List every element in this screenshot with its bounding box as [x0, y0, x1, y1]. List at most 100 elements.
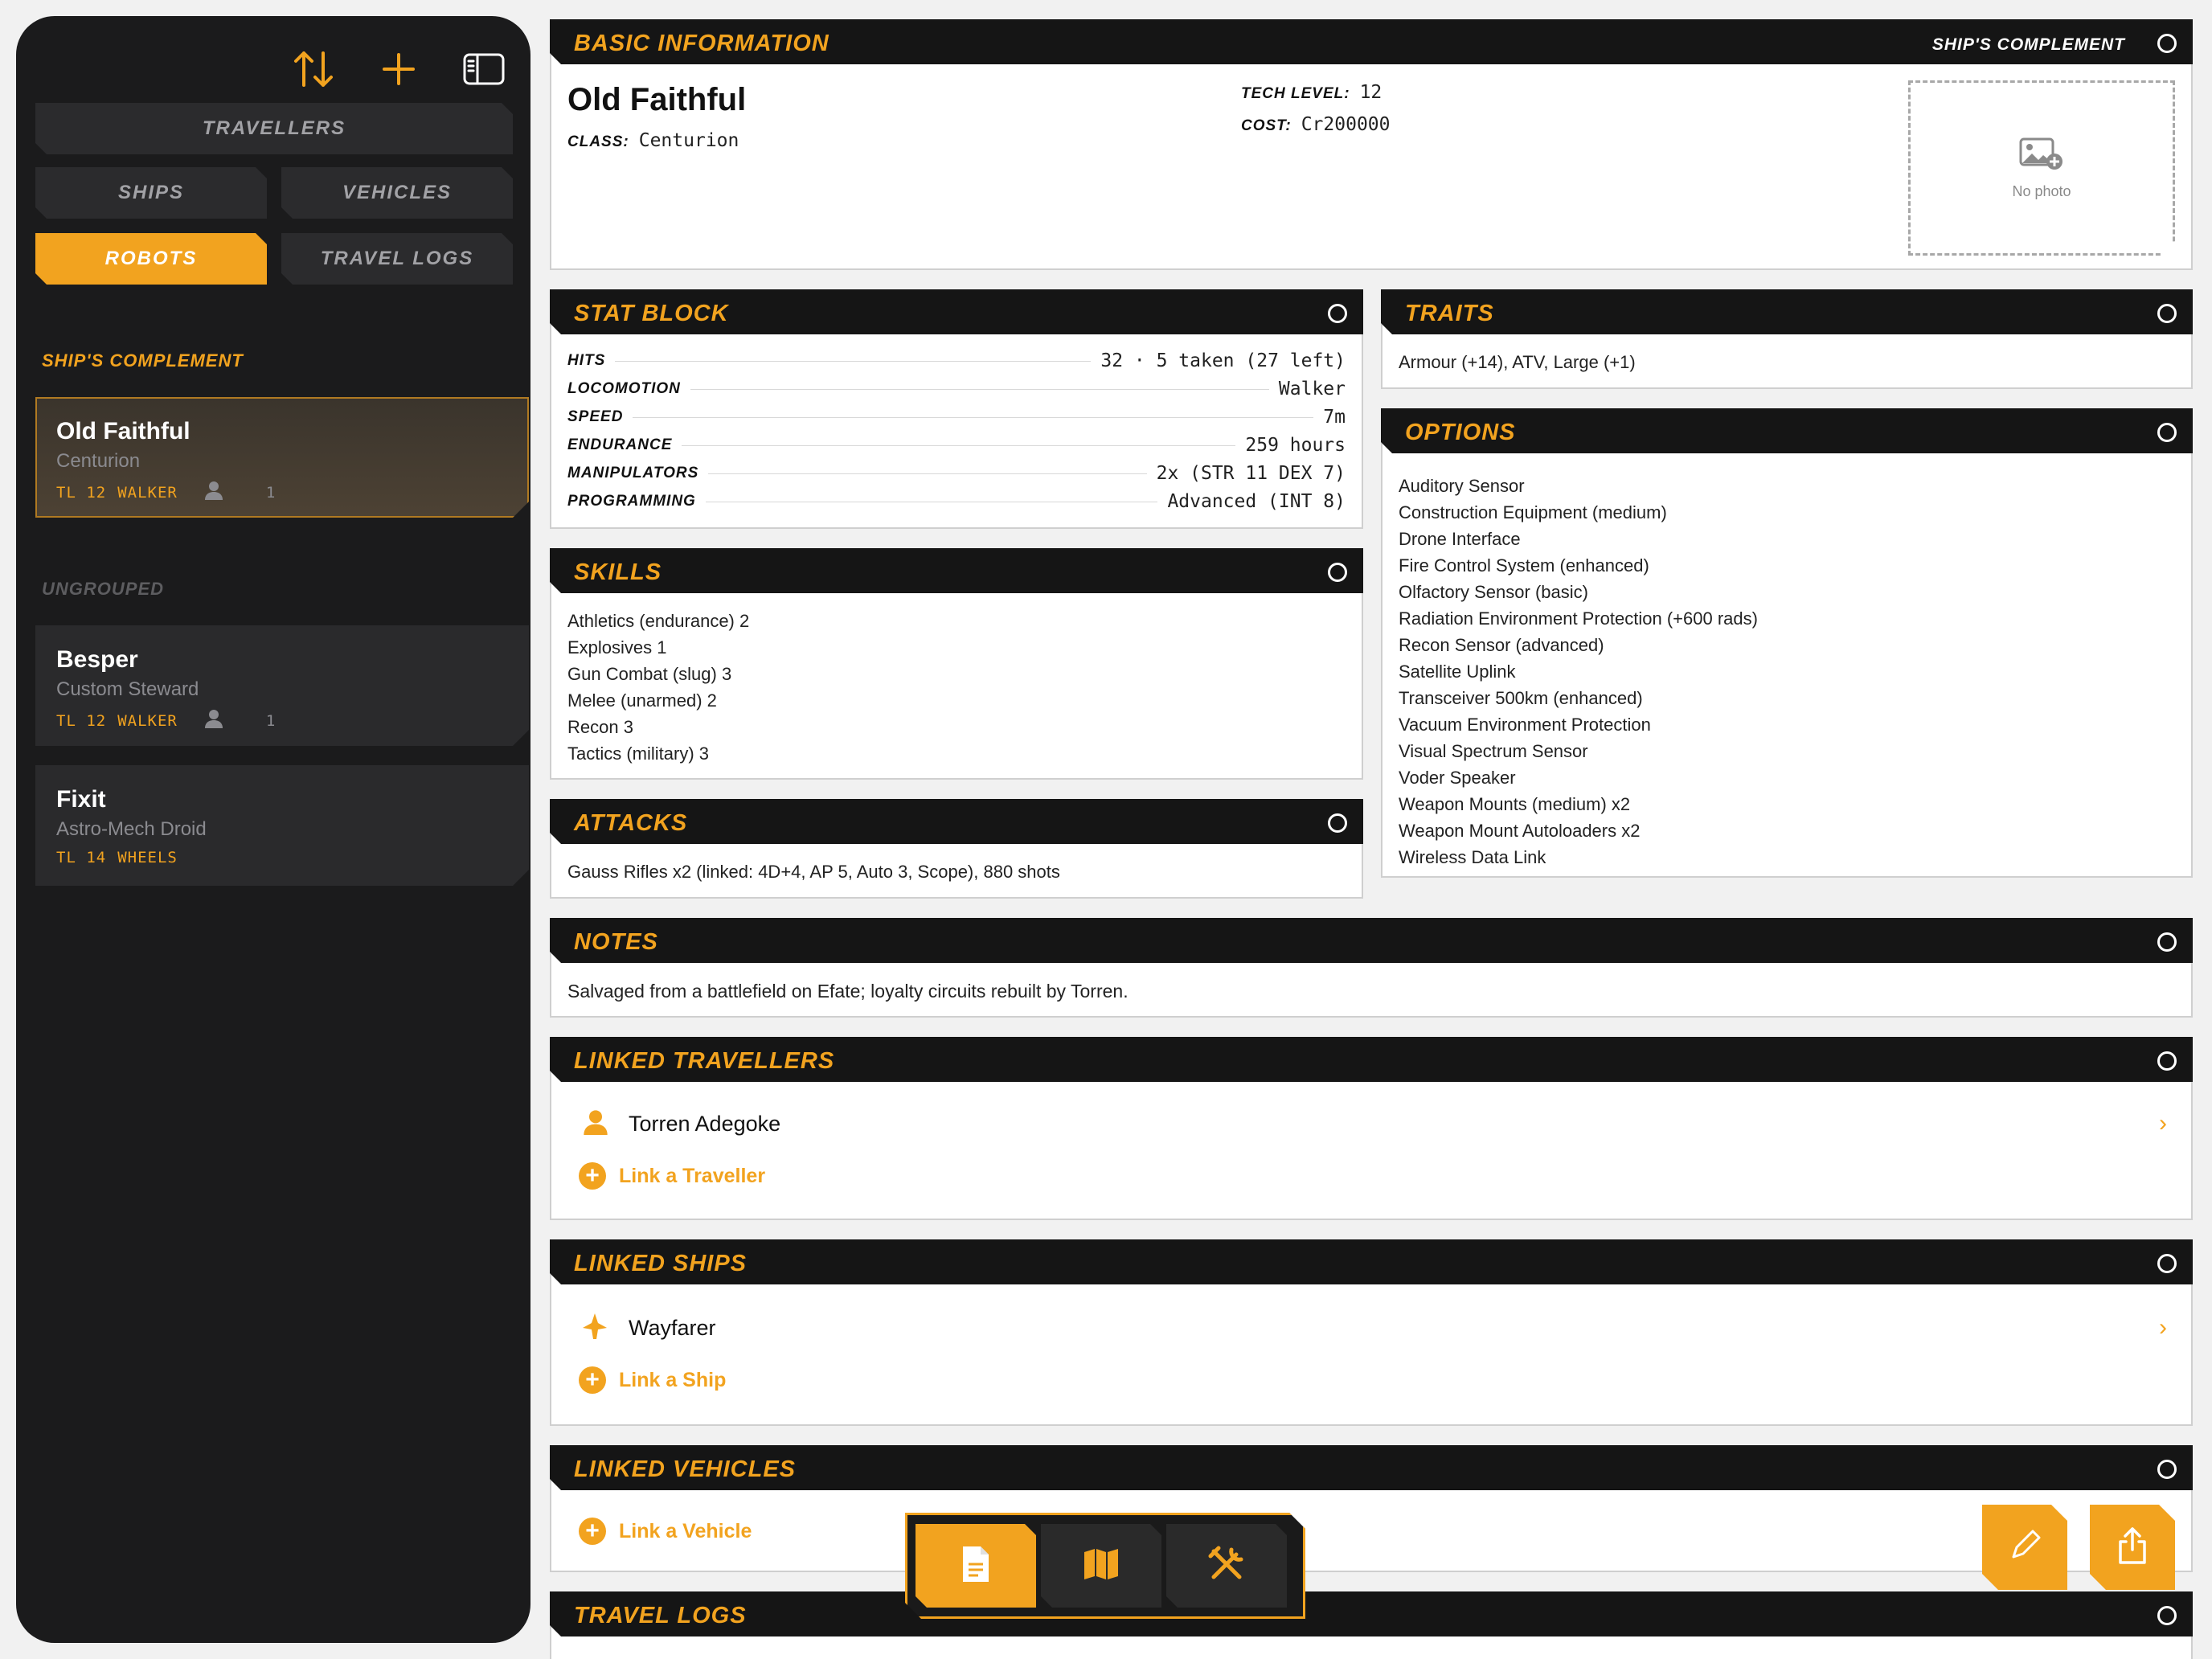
stat-label: HITS [567, 352, 606, 369]
photo-placeholder-text: No photo [2012, 183, 2071, 199]
panel-title: NOTES [574, 929, 658, 955]
document-tab[interactable] [916, 1524, 1036, 1608]
skills-panel: SKILLS Athletics (endurance) 2 Explosive… [550, 548, 1363, 780]
robot-name: Besper [56, 646, 138, 673]
tools-tab[interactable] [1166, 1524, 1287, 1608]
tech-level-value: 12 [1359, 82, 1382, 103]
cost-label: COST: [1241, 117, 1292, 134]
sidebar: TRAVELLERS SHIPS VEHICLES ROBOTS TRAVEL … [16, 16, 530, 1643]
options-list: Auditory Sensor Construction Equipment (… [1399, 455, 2175, 876]
option-item: Radiation Environment Protection (+600 r… [1399, 608, 1758, 629]
collapse-icon[interactable] [2157, 1254, 2177, 1273]
tab-travellers[interactable]: TRAVELLERS [35, 103, 513, 154]
robot-meta: TL 12 WALKER 1 [56, 709, 276, 732]
class-value: Centurion [638, 130, 739, 151]
tech-level-label: TECH LEVEL: [1241, 85, 1350, 102]
panel-title: TRAITS [1405, 301, 1494, 326]
sidebar-toggle-icon[interactable] [461, 47, 506, 92]
collapse-icon[interactable] [2157, 423, 2177, 442]
option-item: Wireless Data Link [1399, 847, 1546, 867]
skill-item: Tactics (military) 3 [567, 743, 710, 764]
tech-level-field: TECH LEVEL: 12 [1241, 82, 1382, 103]
stat-row: MANIPULATORS 2x (STR 11 DEX 7) [567, 460, 1346, 487]
option-item: Recon Sensor (advanced) [1399, 635, 1604, 655]
robot-class: Centurion [56, 450, 141, 472]
link-vehicle-label: Link a Vehicle [619, 1519, 752, 1542]
panel-title: OPTIONS [1405, 420, 1516, 445]
skill-item: Gun Combat (slug) 3 [567, 664, 732, 684]
linked-travellers-list: Torren Adegoke › + Link a Traveller [567, 1083, 2175, 1219]
linked-vehicles-list: + Link a Vehicle [567, 1492, 2175, 1571]
collapse-icon[interactable] [2157, 304, 2177, 323]
stat-value: Walker [1278, 379, 1346, 399]
linked-traveller-row[interactable]: Torren Adegoke › [567, 1100, 2175, 1148]
robot-class: Custom Steward [56, 678, 199, 700]
link-traveller-label: Link a Traveller [619, 1164, 766, 1187]
option-item: Drone Interface [1399, 529, 1521, 549]
collapse-icon[interactable] [1328, 813, 1347, 833]
stat-label: LOCOMOTION [567, 380, 681, 397]
edit-button[interactable] [1982, 1505, 2067, 1590]
tab-travel-logs[interactable]: TRAVEL LOGS [281, 233, 513, 285]
stat-row: PROGRAMMING Advanced (INT 8) [567, 488, 1346, 515]
tab-vehicles[interactable]: VEHICLES [281, 167, 513, 219]
linked-ships-panel: LINKED SHIPS Wayfarer › + Link a Ship [550, 1239, 2193, 1426]
option-item: Transceiver 500km (enhanced) [1399, 688, 1643, 708]
collapse-icon[interactable] [2157, 1460, 2177, 1479]
option-item: Construction Equipment (medium) [1399, 502, 1667, 522]
bottom-tab-bar [905, 1513, 1305, 1619]
plus-circle-icon: + [579, 1366, 606, 1394]
panel-title: LINKED TRAVELLERS [574, 1048, 835, 1074]
pencil-icon [2009, 1530, 2041, 1566]
stat-label: SPEED [567, 408, 624, 425]
panel-title: SKILLS [574, 559, 662, 585]
panel-header [550, 1591, 2193, 1636]
collapse-icon[interactable] [2157, 1051, 2177, 1071]
tab-ships[interactable]: SHIPS [35, 167, 267, 219]
collapse-icon[interactable] [2157, 932, 2177, 952]
panel-title: LINKED SHIPS [574, 1251, 748, 1276]
collapse-icon[interactable] [2157, 34, 2177, 53]
traits-text: Armour (+14), ATV, Large (+1) [1399, 352, 1636, 372]
robot-list-item[interactable]: Besper Custom Steward TL 12 WALKER 1 [35, 625, 529, 746]
attacks-text: Gauss Rifles x2 (linked: 4D+4, AP 5, Aut… [567, 862, 1060, 882]
sidebar-toolbar [291, 47, 506, 92]
robot-list-item[interactable]: Fixit Astro-Mech Droid TL 14 WHEELS [35, 765, 529, 886]
link-ship-button[interactable]: + Link a Ship [579, 1366, 726, 1394]
photo-placeholder[interactable]: No photo [1908, 80, 2175, 256]
option-item: Auditory Sensor [1399, 476, 1525, 496]
linked-ships-list: Wayfarer › + Link a Ship [567, 1286, 2175, 1424]
cost-field: COST: Cr200000 [1241, 114, 1390, 135]
robot-locomotion: WHEELS [117, 849, 178, 866]
map-tab[interactable] [1041, 1524, 1161, 1608]
plus-circle-icon: + [579, 1518, 606, 1545]
collapse-icon[interactable] [1328, 304, 1347, 323]
link-traveller-button[interactable]: + Link a Traveller [579, 1162, 765, 1190]
add-icon[interactable] [376, 47, 421, 92]
stat-row: SPEED 7m [567, 403, 1346, 431]
linked-ship-name: Wayfarer [629, 1315, 716, 1340]
robot-list-item[interactable]: Old Faithful Centurion TL 12 WALKER 1 [35, 397, 529, 518]
option-item: Voder Speaker [1399, 768, 1516, 788]
collapse-icon[interactable] [2157, 1606, 2177, 1625]
document-icon [960, 1545, 992, 1587]
option-item: Weapon Mount Autoloaders x2 [1399, 821, 1641, 841]
stat-block-body: HITS 32 · 5 taken (27 left) LOCOMOTION Wal… [567, 336, 1346, 527]
stat-block-panel: STAT BLOCK HITS 32 · 5 taken (27 left) LO… [550, 289, 1363, 529]
collapse-icon[interactable] [1328, 563, 1347, 582]
traits-panel: TRAITS Armour (+14), ATV, Large (+1) [1381, 289, 2193, 389]
robot-meta: TL 14 WHEELS [56, 849, 178, 866]
stat-label: ENDURANCE [567, 436, 673, 453]
person-icon [584, 1109, 608, 1139]
share-button[interactable] [2090, 1505, 2175, 1590]
linked-count: 1 [265, 711, 276, 730]
tab-robots[interactable]: ROBOTS [35, 233, 267, 285]
panel-header [550, 1239, 2193, 1284]
panel-header [550, 548, 1363, 593]
skill-item: Explosives 1 [567, 637, 667, 657]
sort-icon[interactable] [291, 47, 336, 92]
linked-ship-row[interactable]: Wayfarer › [567, 1304, 2175, 1352]
panel-title: ATTACKS [574, 810, 688, 836]
panel-header [550, 1445, 2193, 1490]
link-vehicle-button[interactable]: + Link a Vehicle [579, 1518, 752, 1545]
